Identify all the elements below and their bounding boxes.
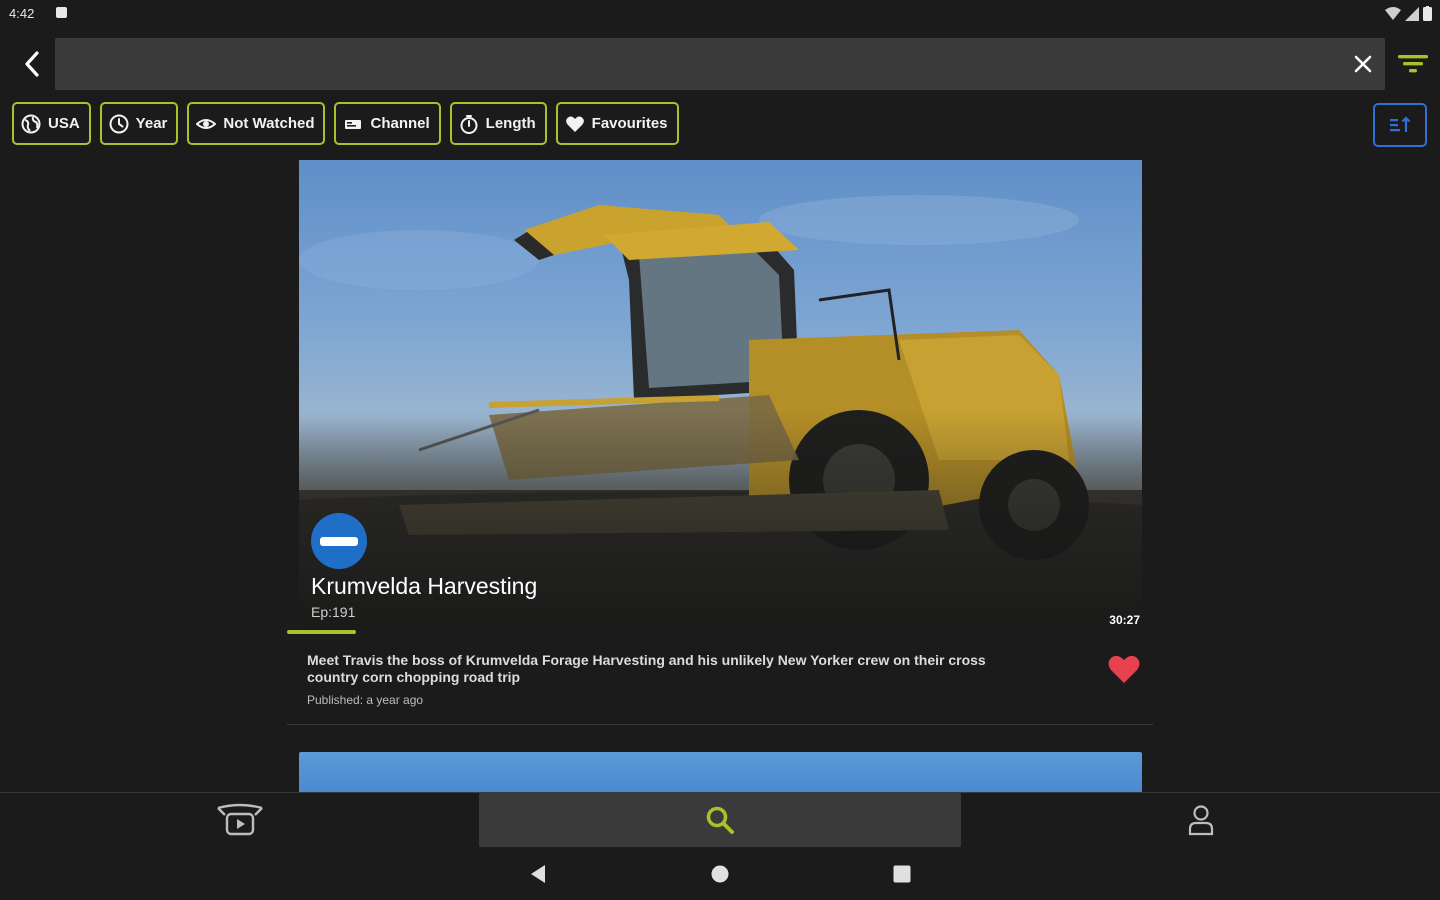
eye-icon bbox=[196, 114, 217, 134]
filter-chip-favourites[interactable]: Favourites bbox=[555, 102, 679, 145]
channel-logo[interactable] bbox=[311, 513, 367, 569]
notification-icon bbox=[56, 7, 67, 18]
nav-search[interactable] bbox=[479, 793, 961, 847]
filter-chip-watched[interactable]: Not Watched bbox=[187, 102, 326, 145]
chevron-left-icon bbox=[25, 51, 39, 77]
watch-progress-fill bbox=[287, 630, 357, 634]
tv-play-icon bbox=[216, 803, 263, 836]
favourite-button[interactable] bbox=[1107, 653, 1143, 687]
person-icon bbox=[1188, 805, 1213, 836]
filter-button[interactable] bbox=[1396, 50, 1430, 78]
video-description: Meet Travis the boss of Krumvelda Forage… bbox=[307, 652, 986, 685]
search-input[interactable] bbox=[69, 38, 1343, 92]
chip-label: Channel bbox=[370, 115, 430, 132]
sort-button[interactable] bbox=[1373, 103, 1427, 147]
chip-label: Not Watched bbox=[223, 115, 315, 132]
filter-chips: USA Year Not Watched Channel Length Favo… bbox=[12, 102, 679, 145]
heart-icon bbox=[565, 114, 585, 134]
clear-search-button[interactable] bbox=[1349, 50, 1377, 78]
heart-icon bbox=[1108, 655, 1140, 683]
filter-chip-year[interactable]: Year bbox=[99, 102, 179, 145]
status-time: 4:42 bbox=[9, 6, 35, 21]
wifi-icon bbox=[1385, 6, 1401, 20]
search-box bbox=[55, 38, 1385, 92]
channel-icon bbox=[343, 114, 363, 134]
card-divider bbox=[287, 724, 1153, 725]
signal-icon bbox=[1405, 6, 1419, 21]
system-back-button[interactable] bbox=[526, 862, 550, 886]
stopwatch-icon bbox=[459, 114, 479, 134]
bottom-nav bbox=[0, 792, 1440, 849]
circle-home-icon bbox=[711, 865, 729, 883]
system-home-button[interactable] bbox=[708, 862, 732, 886]
system-nav-bar bbox=[0, 848, 1440, 900]
status-icons bbox=[1385, 6, 1432, 21]
video-title: Krumvelda Harvesting bbox=[311, 573, 538, 599]
clock-icon bbox=[109, 114, 129, 134]
system-recents-button[interactable] bbox=[890, 862, 914, 886]
close-icon bbox=[1354, 55, 1372, 73]
search-icon bbox=[706, 806, 734, 834]
episode-number: Ep:191 bbox=[311, 604, 356, 620]
nav-profile[interactable] bbox=[961, 793, 1440, 847]
published-date: Published: a year ago bbox=[307, 693, 424, 707]
nav-videos[interactable] bbox=[0, 793, 479, 847]
chip-label: Year bbox=[135, 115, 168, 132]
video-thumbnail[interactable]: Krumvelda Harvesting Ep:191 30:27 bbox=[299, 160, 1142, 630]
video-duration: 30:27 bbox=[1109, 613, 1140, 627]
filter-chip-country[interactable]: USA bbox=[12, 102, 91, 145]
watch-progress bbox=[287, 630, 1153, 634]
chip-label: USA bbox=[48, 115, 80, 132]
triangle-back-icon bbox=[531, 865, 545, 883]
filter-icon bbox=[1398, 55, 1428, 73]
next-video-thumbnail[interactable] bbox=[299, 752, 1142, 792]
back-button[interactable] bbox=[14, 46, 50, 82]
globe-icon bbox=[21, 114, 41, 134]
status-bar: 4:42 bbox=[0, 0, 1440, 28]
battery-icon bbox=[1423, 6, 1432, 21]
square-recents-icon bbox=[893, 865, 911, 883]
chip-label: Favourites bbox=[591, 115, 668, 132]
chip-label: Length bbox=[485, 115, 536, 132]
filter-chip-channel[interactable]: Channel bbox=[334, 102, 441, 145]
filter-chip-length[interactable]: Length bbox=[449, 102, 547, 145]
sort-icon bbox=[1390, 116, 1411, 132]
